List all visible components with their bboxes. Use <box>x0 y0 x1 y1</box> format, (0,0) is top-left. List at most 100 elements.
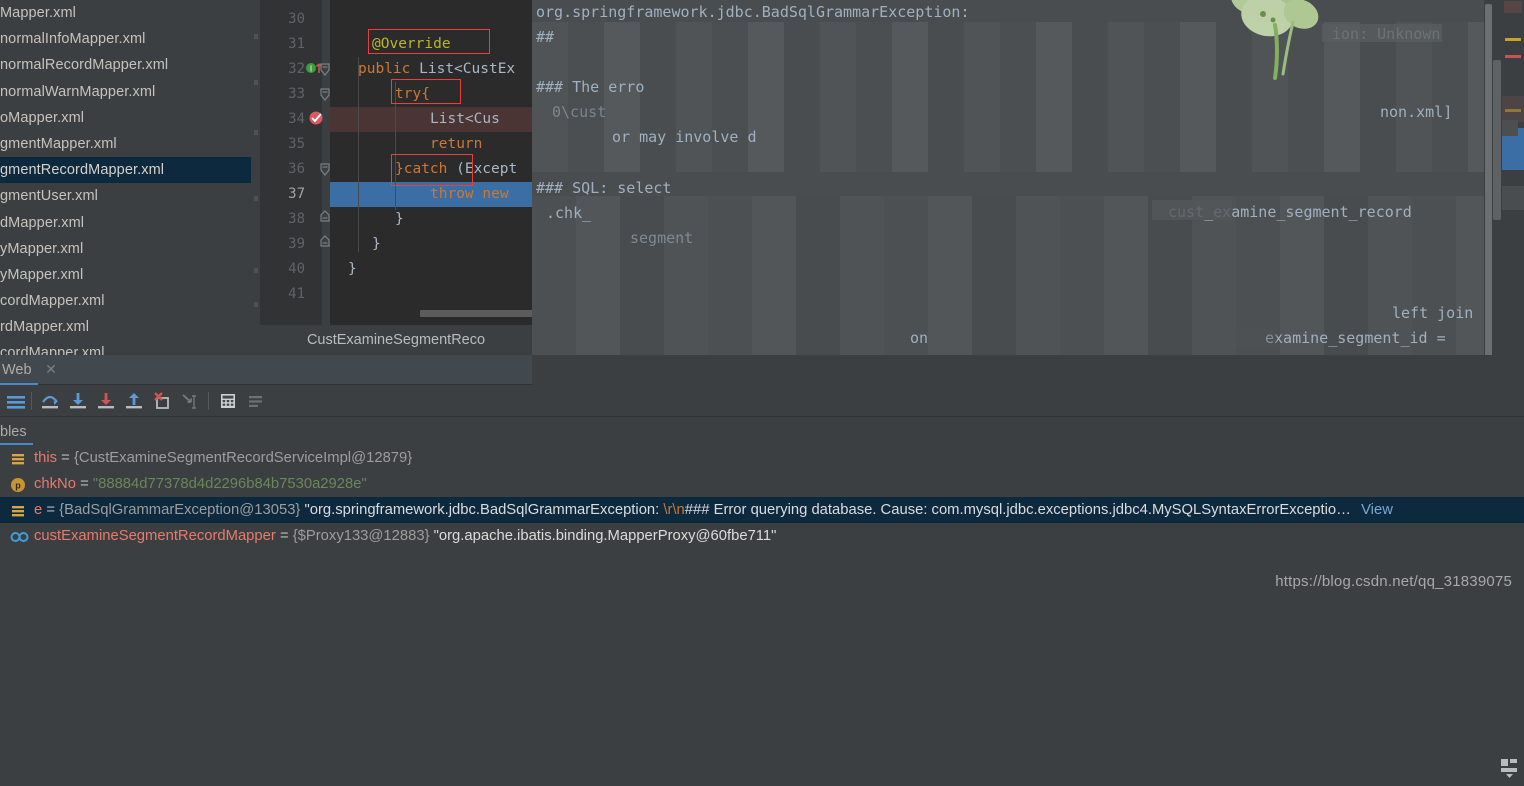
stacktrace-line: left join <box>1392 304 1474 322</box>
step-out-icon[interactable] <box>122 390 146 412</box>
debug-tool-window[interactable]: Web ✕ bles this = {CustExamineSegmentRec… <box>0 355 1524 778</box>
step-over-icon[interactable] <box>38 390 62 412</box>
view-link[interactable]: View <box>1361 502 1393 518</box>
run-to-cursor-icon[interactable] <box>178 390 202 412</box>
marker-band <box>1502 186 1524 210</box>
toolbar-separator <box>208 392 209 410</box>
stacktrace-fragment: examine_segment_id = <box>1265 329 1446 347</box>
stacktrace-line: .chk_ <box>546 204 592 222</box>
step-into-icon[interactable] <box>66 390 90 412</box>
table-row[interactable]: p chkNo = "88884d77378d4d2296b84b7530a29… <box>0 471 1524 497</box>
code-line: List<Cus <box>430 107 500 132</box>
table-row[interactable]: custExamineSegmentRecordMapper = {$Proxy… <box>0 523 1524 549</box>
line-number: 41 <box>288 286 305 302</box>
file-name: rdMapper.xml <box>0 319 90 336</box>
file-name: normalInfoMapper.xml <box>0 31 146 48</box>
list-item[interactable]: yMapper.xml <box>0 236 260 262</box>
scroll-marker <box>254 34 258 39</box>
marker-band <box>1502 96 1524 122</box>
breakpoint-verified-icon[interactable] <box>308 110 326 131</box>
scroll-marker <box>254 268 258 273</box>
project-file-tree[interactable]: Mapper.xml normalInfoMapper.xml normalRe… <box>0 0 260 355</box>
file-name: dMapper.xml <box>0 214 85 231</box>
file-tree-scrollbar[interactable] <box>251 0 260 355</box>
stacktrace-line: ### The erro <box>536 78 645 96</box>
file-name: normalRecordMapper.xml <box>0 57 169 74</box>
variable-value: "org.apache.ibatis.binding.MapperProxy@6… <box>433 528 777 544</box>
table-row-selected[interactable]: e = {BadSqlGrammarException@13053} "org.… <box>0 497 1524 523</box>
scroll-marker <box>254 196 258 201</box>
stacktrace-line: 0\cust <box>552 103 607 121</box>
line-number: 38 <box>288 211 305 227</box>
tab-variables[interactable]: bles <box>0 421 33 445</box>
line-number: 30 <box>288 11 305 27</box>
file-name: gmentMapper.xml <box>0 135 117 152</box>
svg-text:p: p <box>15 481 21 491</box>
stacktrace-line: ## <box>536 28 555 46</box>
indent-guide <box>358 57 359 252</box>
list-item[interactable]: Mapper.xml <box>0 0 260 26</box>
tab-web[interactable]: Web <box>0 355 38 385</box>
line-number: 39 <box>288 236 305 252</box>
equals-sign: = <box>80 476 89 492</box>
editor-horizontal-scrollbar[interactable] <box>420 310 532 317</box>
stacktrace-line: org.springframework.jdbc.BadSqlGrammarEx… <box>536 3 970 21</box>
stacktrace-fragment: cust_examine_segment_record <box>1168 203 1412 221</box>
table-row[interactable]: this = {CustExamineSegmentRecordServiceI… <box>0 445 1524 471</box>
stacktrace-line: segment <box>630 229 694 247</box>
force-step-into-icon[interactable] <box>94 390 118 412</box>
line-number: 36 <box>288 161 305 177</box>
return-type: List<CustEx <box>419 61 516 77</box>
debug-tab-bar[interactable]: Web ✕ <box>0 355 532 385</box>
variable-value: "88884d77378d4d2296b84b7530a2928e" <box>92 476 367 492</box>
list-item[interactable]: dMapper.xml <box>0 210 260 236</box>
variable-reference: {BadSqlGrammarException@13053} <box>59 502 301 518</box>
list-item[interactable]: cordMapper.xml <box>0 288 260 314</box>
escape-sequence: \r\n <box>663 502 685 518</box>
line-number: 40 <box>288 261 305 277</box>
stacktrace-fragment: ion: Unknown <box>1332 25 1441 43</box>
object-field-icon <box>10 502 26 518</box>
list-item[interactable]: normalRecordMapper.xml <box>0 52 260 78</box>
debugger-toolbar[interactable] <box>0 385 1524 417</box>
drop-frame-icon[interactable] <box>150 390 174 412</box>
warning-marker[interactable] <box>1505 38 1521 41</box>
code-editor[interactable]: 30 31 32 33 34 35 36 37 38 39 40 41 I @O… <box>260 0 532 325</box>
list-item[interactable]: rdMapper.xml <box>0 314 260 340</box>
code-text-area[interactable]: @Override public List<CustEx try{ List<C… <box>330 0 532 325</box>
list-item[interactable]: gmentUser.xml <box>0 183 260 209</box>
annotation-box-catch <box>391 154 473 186</box>
csdn-watermark: https://blog.csdn.net/qq_31839075 <box>1275 573 1512 590</box>
error-marker[interactable] <box>1505 55 1521 58</box>
file-name: oMapper.xml <box>0 109 85 126</box>
list-item[interactable]: yMapper.xml <box>0 262 260 288</box>
variables-tab-bar[interactable]: bles <box>0 417 1524 445</box>
hamburger-menu-icon[interactable] <box>4 390 28 412</box>
svg-text:I: I <box>310 65 312 74</box>
equals-sign: = <box>279 528 289 544</box>
evaluate-expression-icon[interactable] <box>216 390 240 412</box>
list-item[interactable]: oMapper.xml <box>0 105 260 131</box>
proxy-icon <box>10 528 29 544</box>
close-icon[interactable]: ✕ <box>44 362 58 376</box>
scroll-marker <box>254 302 258 307</box>
local-var-decl: List<Cus <box>430 111 500 127</box>
file-name: gmentRecordMapper.xml <box>0 162 165 179</box>
editor-file-tab[interactable]: CustExamineSegmentReco <box>260 325 532 355</box>
line-number: 31 <box>288 36 305 52</box>
list-item[interactable]: normalInfoMapper.xml <box>0 26 260 52</box>
list-item[interactable]: normalWarnMapper.xml <box>0 79 260 105</box>
file-name: gmentUser.xml <box>0 188 98 205</box>
file-name: cordMapper.xml <box>0 293 105 310</box>
scrollbar-thumb[interactable] <box>1493 60 1501 220</box>
list-item[interactable]: gmentMapper.xml <box>0 131 260 157</box>
list-item[interactable]: cordMapper.xml <box>0 340 260 355</box>
layout-settings-icon[interactable] <box>1497 755 1523 781</box>
stacktrace-line: on <box>910 329 929 347</box>
scroll-marker <box>254 130 258 135</box>
settings-icon[interactable] <box>244 390 268 412</box>
file-name: Mapper.xml <box>0 5 76 21</box>
variable-name: this <box>34 450 58 466</box>
list-item-selected[interactable]: gmentRecordMapper.xml <box>0 157 260 184</box>
closing-brace: } <box>348 261 357 277</box>
